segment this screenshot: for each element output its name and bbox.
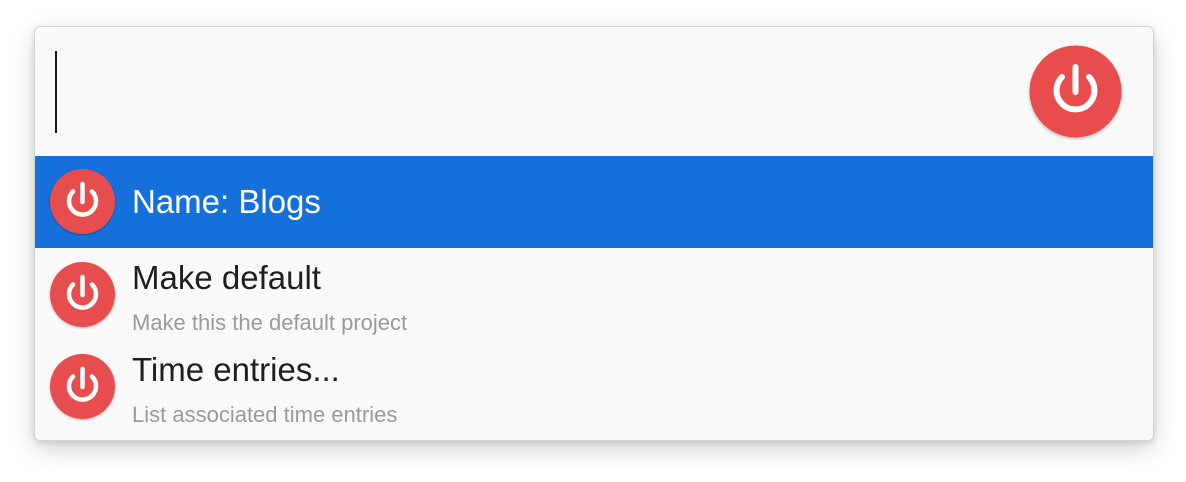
result-subtitle: Make this the default project bbox=[132, 310, 408, 335]
result-row-name[interactable]: Name: Blogs bbox=[35, 156, 1153, 248]
search-bar bbox=[35, 27, 1153, 156]
search-input[interactable] bbox=[49, 41, 1009, 137]
results-list: Name: Blogs Make default Make this the d… bbox=[35, 156, 1153, 432]
result-title: Make default bbox=[132, 259, 321, 296]
launcher-window: Name: Blogs Make default Make this the d… bbox=[34, 26, 1154, 441]
result-row-make-default[interactable]: Make default Make this the default proje… bbox=[35, 248, 1153, 340]
result-row-time-entries[interactable]: Time entries... List associated time ent… bbox=[35, 340, 1153, 432]
result-title: Time entries... bbox=[132, 351, 340, 388]
power-icon bbox=[48, 352, 117, 421]
power-icon bbox=[1027, 43, 1124, 140]
text-caret bbox=[55, 51, 57, 133]
result-title: Name: Blogs bbox=[132, 183, 321, 220]
power-icon bbox=[48, 260, 117, 329]
power-icon bbox=[48, 167, 117, 236]
result-subtitle: List associated time entries bbox=[132, 402, 398, 427]
